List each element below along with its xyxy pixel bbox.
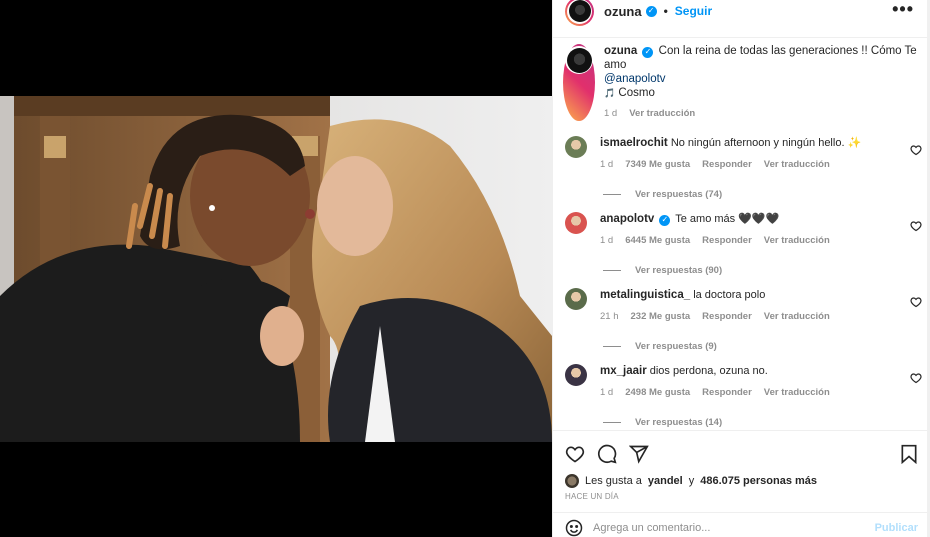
caption-body: ozuna ✓ Con la reina de todas las genera… [604,44,918,121]
replies-line [603,346,621,347]
avatar[interactable] [565,136,587,158]
comment-text: la doctora polo [693,289,766,301]
comment-username[interactable]: metalinguistica_ [600,289,690,301]
likes-prefix: Les gusta a [585,475,642,487]
comment-body: metalinguistica_ la doctora polo 21 h 23… [600,285,918,361]
replies-line [603,194,621,195]
bookmark-icon[interactable] [900,444,918,464]
comment-age: 1 d [600,159,614,170]
comment-input[interactable] [593,521,865,534]
avatar[interactable] [565,288,587,310]
caption-music[interactable]: Cosmo [618,87,654,99]
verified-badge-icon: ✓ [659,214,671,226]
replies-line [603,422,621,423]
comment-likes-count[interactable]: 232 Me gusta [631,310,691,323]
post-author: ozuna ✓ • Seguir [604,4,712,19]
liker-avatar[interactable] [565,474,579,488]
post-header: ozuna ✓ • Seguir ••• [553,0,930,26]
view-replies-button[interactable]: Ver respuestas (74) [603,188,918,201]
comment-meta: 1 d 6445 Me gusta Responder Ver traducci… [600,234,918,247]
comment-item: mx_jaair dios perdona, ozuna no. 1 d 249… [553,361,930,429]
author-username[interactable]: ozuna [604,4,642,19]
comments-list[interactable]: ozuna ✓ Con la reina de todas las genera… [553,37,930,429]
likes-connector: y [688,475,695,487]
comment-username[interactable]: ismaelrochit [600,137,668,149]
post-caption: ozuna ✓ Con la reina de todas las genera… [553,38,930,121]
comment-item: anapolotv ✓ Te amo más 🖤🖤🖤 1 d 6445 Me g… [553,209,930,285]
translate-link[interactable]: Ver traducción [764,310,830,323]
view-replies-label: Ver respuestas (74) [635,189,723,200]
translate-link[interactable]: Ver traducción [764,386,830,399]
verified-badge-icon: ✓ [645,5,657,17]
comment-heart-icon[interactable] [910,143,922,156]
comment-text: dios perdona, ozuna no. [649,365,768,377]
comment-likes-count[interactable]: 6445 Me gusta [625,234,690,247]
heart-icon[interactable] [565,444,585,464]
reply-button[interactable]: Responder [702,310,752,323]
comment-username[interactable]: anapolotv [600,213,654,225]
comment-icon[interactable] [597,444,617,464]
emoji-icon[interactable] [565,519,583,537]
view-replies-label: Ver respuestas (90) [635,265,723,276]
comment-heart-icon[interactable] [910,219,922,232]
reply-button[interactable]: Responder [702,234,752,247]
view-replies-button[interactable]: Ver respuestas (90) [603,264,918,277]
comment-item: ismaelrochit No ningún afternoon y ningú… [553,133,930,209]
comment-meta: 1 d 7349 Me gusta Responder Ver traducci… [600,158,918,171]
view-replies-label: Ver respuestas (14) [635,417,723,428]
caption-age: 1 d [604,108,618,119]
comment-age: 1 d [600,387,614,398]
caption-meta: 1 d Ver traducción [604,107,918,121]
comment-body: ismaelrochit No ningún afternoon y ningú… [600,133,918,209]
more-options-icon[interactable]: ••• [892,0,914,18]
post-detail-pane: ozuna ✓ • Seguir ••• ozuna ✓ Con la rein… [552,0,930,537]
post-actions-bar [553,430,930,476]
comment-age: 1 d [600,235,614,246]
likes-count-link[interactable]: 486.075 personas más [700,475,817,487]
comment-heart-icon[interactable] [910,295,922,308]
reply-button[interactable]: Responder [702,386,752,399]
comment-body: mx_jaair dios perdona, ozuna no. 1 d 249… [600,361,918,429]
post-media-pane [0,0,552,537]
view-replies-button[interactable]: Ver respuestas (9) [603,340,918,353]
post-photo-illustration [0,96,552,442]
music-icon: 🎵 [604,88,616,98]
comment-age: 21 h [600,311,619,322]
verified-badge-icon: ✓ [642,46,654,58]
avatar [566,47,592,73]
publish-button[interactable]: Publicar [875,522,918,534]
avatar [568,0,591,22]
view-replies-button[interactable]: Ver respuestas (14) [603,416,918,429]
translate-link[interactable]: Ver traducción [764,158,830,171]
comment-meta: 1 d 2498 Me gusta Responder Ver traducci… [600,386,918,399]
comment-body: anapolotv ✓ Te amo más 🖤🖤🖤 1 d 6445 Me g… [600,209,918,285]
reply-button[interactable]: Responder [702,158,752,171]
avatar-ring[interactable] [565,0,594,26]
comment-text: No ningún afternoon y ningún hello. ✨ [670,137,862,149]
view-replies-label: Ver respuestas (9) [635,341,717,352]
post-timestamp[interactable]: HACE UN DÍA [565,492,619,501]
comment-meta: 21 h 232 Me gusta Responder Ver traducci… [600,310,918,323]
translate-link[interactable]: Ver traducción [764,234,830,247]
replies-line [603,270,621,271]
avatar[interactable] [565,364,587,386]
comment-item: metalinguistica_ la doctora polo 21 h 23… [553,285,930,361]
add-comment-bar: Publicar [553,512,930,537]
likes-summary: Les gusta a yandel y 486.075 personas má… [565,474,817,488]
comment-heart-icon[interactable] [910,371,922,384]
comment-text: Te amo más 🖤🖤🖤 [675,213,780,225]
post-photo[interactable] [0,96,552,442]
caption-username[interactable]: ozuna [604,45,637,57]
comment-likes-count[interactable]: 2498 Me gusta [625,386,690,399]
likes-user-link[interactable]: yandel [648,475,683,487]
comment-likes-count[interactable]: 7349 Me gusta [625,158,690,171]
follow-button[interactable]: Seguir [675,4,712,18]
share-icon[interactable] [629,444,649,464]
comment-username[interactable]: mx_jaair [600,365,647,377]
caption-avatar-ring[interactable] [563,44,595,121]
separator-dot: • [663,4,668,18]
caption-translate-link[interactable]: Ver traducción [629,107,695,121]
avatar[interactable] [565,212,587,234]
caption-mention-link[interactable]: @anapolotv [604,73,666,85]
